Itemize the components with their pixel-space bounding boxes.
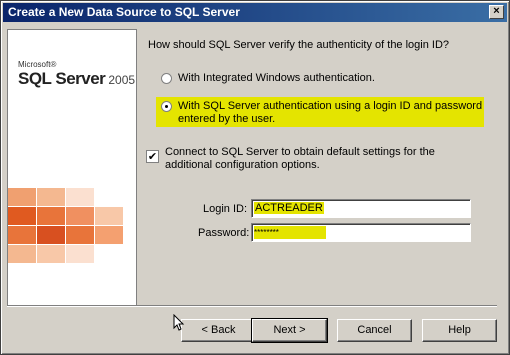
help-button[interactable]: Help bbox=[422, 319, 497, 342]
next-button[interactable]: Next > bbox=[251, 318, 328, 343]
tile bbox=[66, 188, 94, 206]
password-input[interactable]: ******** bbox=[251, 223, 471, 242]
connect-label-line1: Connect to SQL Server to obtain default … bbox=[165, 146, 435, 158]
tile bbox=[37, 245, 65, 263]
tile bbox=[8, 188, 36, 206]
password-label: Password: bbox=[198, 227, 250, 239]
tile bbox=[66, 245, 94, 263]
separator bbox=[7, 305, 497, 307]
tile bbox=[66, 207, 94, 225]
mouse-cursor-icon bbox=[173, 314, 185, 331]
tile bbox=[95, 226, 123, 244]
connect-label-line2: additional configuration options. bbox=[165, 159, 320, 171]
password-value: ******** bbox=[254, 225, 326, 239]
login-id-input[interactable]: ACTREADER bbox=[251, 199, 471, 218]
radio-sql-auth[interactable]: With SQL Server authentication using a l… bbox=[161, 100, 482, 112]
close-button[interactable]: × bbox=[489, 5, 504, 19]
logo-version: 2005 bbox=[108, 73, 136, 87]
radio-button[interactable] bbox=[161, 72, 172, 84]
tile bbox=[37, 188, 65, 206]
connect-checkbox[interactable]: ✔ bbox=[146, 150, 159, 163]
radio-sql-label-line1: With SQL Server authentication using a l… bbox=[178, 100, 483, 112]
tile bbox=[37, 207, 65, 225]
dialog-window: Create a New Data Source to SQL Server ×… bbox=[0, 0, 510, 355]
tile bbox=[8, 226, 36, 244]
cancel-button[interactable]: Cancel bbox=[337, 319, 412, 342]
radio-windows-auth[interactable]: With Integrated Windows authentication. bbox=[161, 72, 375, 84]
tile bbox=[95, 207, 123, 225]
window-title: Create a New Data Source to SQL Server bbox=[8, 5, 240, 19]
tile bbox=[37, 226, 65, 244]
connect-label: Connect to SQL Server to obtain default … bbox=[165, 146, 455, 172]
auth-question: How should SQL Server verify the authent… bbox=[148, 39, 450, 51]
tile bbox=[8, 245, 36, 263]
radio-windows-label: With Integrated Windows authentication. bbox=[178, 72, 375, 84]
decorative-tiles bbox=[8, 188, 136, 268]
login-id-label: Login ID: bbox=[203, 203, 248, 215]
title-bar[interactable]: Create a New Data Source to SQL Server × bbox=[3, 3, 507, 22]
product-banner: Microsoft® SQL Server 2005 bbox=[7, 29, 137, 306]
logo-product: SQL Server bbox=[18, 69, 106, 88]
back-button[interactable]: < Back bbox=[181, 319, 256, 342]
logo-brand: Microsoft® bbox=[18, 60, 57, 69]
tile bbox=[66, 226, 94, 244]
login-id-value: ACTREADER bbox=[254, 202, 324, 214]
tile bbox=[8, 207, 36, 225]
radio-sql-label-line2: entered by the user. bbox=[178, 113, 276, 125]
sql-server-logo: Microsoft® SQL Server 2005 bbox=[18, 60, 135, 89]
radio-button-selected[interactable] bbox=[161, 100, 172, 112]
